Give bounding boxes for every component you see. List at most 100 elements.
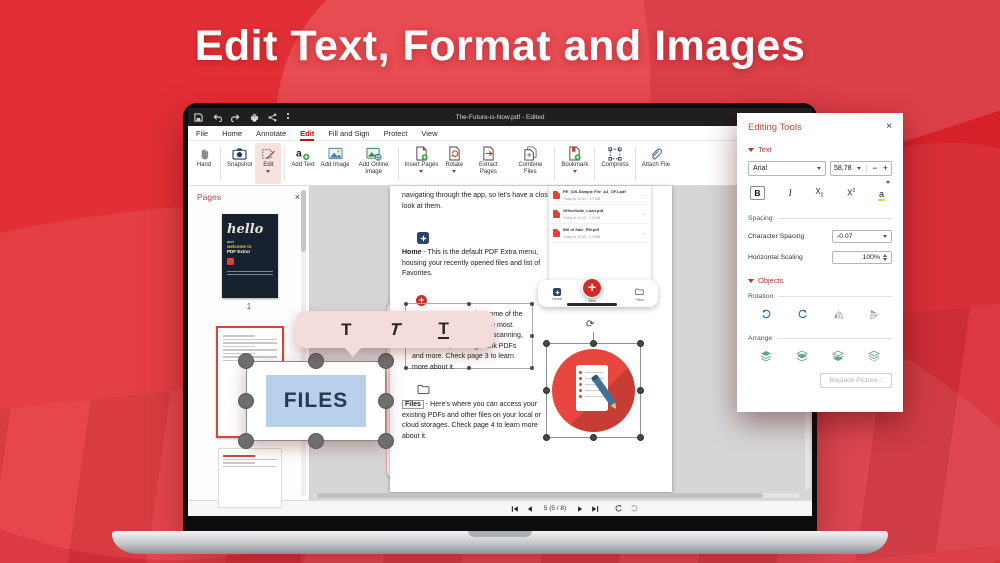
more-icon: ... bbox=[641, 230, 647, 236]
more-options-icon[interactable] bbox=[286, 112, 290, 122]
doc-home-paragraph: Home - This is the default PDF Extra men… bbox=[402, 248, 558, 280]
section-objects[interactable]: Objects bbox=[748, 276, 892, 285]
resize-handle[interactable] bbox=[637, 387, 644, 394]
resize-handle[interactable] bbox=[543, 387, 550, 394]
italic-button[interactable]: I bbox=[789, 188, 792, 198]
section-text[interactable]: Text bbox=[748, 145, 892, 154]
rotate-right-button[interactable] bbox=[630, 504, 639, 513]
resize-handle[interactable] bbox=[530, 366, 534, 370]
rotate-handle-icon[interactable]: ⟳ bbox=[586, 319, 594, 330]
resize-handle bbox=[238, 353, 254, 369]
snapshot-button[interactable]: Snapshot bbox=[224, 143, 255, 184]
close-icon[interactable]: × bbox=[295, 193, 300, 202]
insert-pages-button[interactable]: Insert Pages bbox=[402, 143, 442, 184]
flip-horizontal-icon[interactable] bbox=[833, 307, 844, 325]
horizontal-scrollbar[interactable] bbox=[314, 493, 800, 498]
selected-image[interactable] bbox=[546, 343, 641, 438]
resize-handle bbox=[378, 393, 394, 409]
phone-new-fab: + bbox=[582, 278, 602, 298]
send-backward-icon[interactable] bbox=[832, 349, 844, 367]
combine-files-button[interactable]: Combine Files bbox=[509, 143, 551, 184]
extract-pages-icon bbox=[482, 145, 495, 162]
folder-icon bbox=[635, 288, 644, 297]
rotate-clockwise-icon[interactable] bbox=[761, 307, 772, 325]
share-icon[interactable] bbox=[268, 113, 277, 122]
selected-files-image: FILES bbox=[246, 361, 386, 441]
replace-picture-button[interactable]: Replace Picture... bbox=[820, 373, 892, 388]
resize-handle[interactable] bbox=[467, 366, 471, 370]
undo-icon[interactable] bbox=[212, 113, 222, 122]
previous-page-button[interactable] bbox=[526, 505, 533, 513]
increase-size-button[interactable]: + bbox=[883, 164, 888, 173]
resize-handle[interactable] bbox=[590, 340, 597, 347]
highlight-color-button[interactable]: a bbox=[879, 184, 890, 202]
rotate-left-button[interactable] bbox=[614, 504, 623, 513]
laptop-screen: The-Future-is-Now.pdf - Edited File Home… bbox=[183, 103, 817, 532]
superscript-button[interactable]: X2 bbox=[847, 188, 855, 198]
redo-icon[interactable] bbox=[231, 113, 241, 122]
bring-to-front-icon[interactable] bbox=[760, 349, 772, 367]
more-icon: ... bbox=[641, 192, 647, 198]
add-text-button[interactable]: a Add Text bbox=[288, 143, 317, 184]
resize-handle[interactable] bbox=[637, 434, 644, 441]
resize-handle[interactable] bbox=[543, 434, 550, 441]
rotate-counterclockwise-icon[interactable] bbox=[797, 307, 808, 325]
page-indicator[interactable]: 5 (5 / 8) bbox=[544, 505, 566, 512]
add-online-image-button[interactable]: Add Online Image bbox=[353, 143, 395, 184]
print-icon[interactable] bbox=[250, 113, 259, 122]
menu-view[interactable]: View bbox=[421, 129, 437, 138]
bold-button[interactable]: B bbox=[750, 186, 765, 200]
horizontal-scaling-stepper[interactable]: 100% bbox=[832, 251, 892, 264]
last-page-button[interactable] bbox=[591, 505, 599, 513]
resize-handle[interactable] bbox=[590, 434, 597, 441]
menu-file[interactable]: File bbox=[196, 129, 208, 138]
font-family-select[interactable]: Arial bbox=[748, 161, 826, 176]
rotate-pages-button[interactable]: Rotate bbox=[441, 143, 467, 184]
menu-protect[interactable]: Protect bbox=[384, 129, 408, 138]
phone-file-row: PE_iOS-Sample File_A4_OF1.pdfToday at 10… bbox=[549, 186, 651, 205]
compress-button[interactable]: Compress bbox=[598, 143, 631, 184]
pdf-file-icon bbox=[553, 210, 560, 218]
resize-handle[interactable] bbox=[467, 302, 471, 306]
save-icon[interactable] bbox=[194, 113, 203, 122]
menu-home[interactable]: Home bbox=[222, 129, 242, 138]
resize-handle bbox=[308, 353, 324, 369]
resize-handle[interactable] bbox=[404, 302, 408, 306]
decrease-size-button[interactable]: − bbox=[872, 164, 877, 173]
edit-tool-button[interactable]: Edit bbox=[255, 143, 281, 184]
page-thumbnail-1[interactable]: hello and welcome to PDF Extra! bbox=[222, 214, 278, 298]
text-style-tooltip: T T T bbox=[296, 311, 494, 348]
flip-vertical-icon[interactable] bbox=[869, 307, 880, 325]
resize-handle[interactable] bbox=[530, 302, 534, 306]
resize-handle[interactable] bbox=[530, 334, 534, 338]
menu-edit[interactable]: Edit bbox=[300, 129, 314, 138]
bookmark-button[interactable]: Bookmark bbox=[558, 143, 591, 184]
image-icon bbox=[328, 145, 343, 162]
subscript-button[interactable]: X2 bbox=[815, 187, 823, 199]
resize-handle[interactable] bbox=[543, 340, 550, 347]
phone-nav-home: Home bbox=[552, 288, 562, 301]
resize-handle bbox=[238, 393, 254, 409]
hand-tool-button[interactable]: Hand bbox=[191, 143, 217, 184]
character-spacing-select[interactable]: -0.07 bbox=[832, 230, 892, 243]
font-size-control[interactable]: 58,78 − + bbox=[830, 161, 892, 176]
spinner-arrows[interactable] bbox=[883, 254, 887, 261]
extract-pages-button[interactable]: Extract Pages bbox=[467, 143, 509, 184]
resize-handle[interactable] bbox=[637, 340, 644, 347]
doc-intro-text: navigating through the app, so let's hav… bbox=[402, 191, 554, 212]
menu-annotate[interactable]: Annotate bbox=[256, 129, 286, 138]
collapse-icon bbox=[748, 279, 754, 283]
main-content: Pages × hello and welcome to PDF Extra! … bbox=[188, 186, 812, 500]
first-page-button[interactable] bbox=[511, 505, 519, 513]
page-thumbnail-3[interactable] bbox=[218, 448, 282, 508]
send-to-back-icon[interactable] bbox=[868, 349, 880, 367]
files-selection-overlay: FILES bbox=[237, 352, 395, 450]
add-image-button[interactable]: Add Image bbox=[318, 143, 353, 184]
next-page-button[interactable] bbox=[577, 505, 584, 513]
attach-file-button[interactable]: Attach File bbox=[639, 143, 673, 184]
close-icon[interactable]: × bbox=[886, 122, 892, 132]
resize-handle[interactable] bbox=[404, 366, 408, 370]
bring-forward-icon[interactable] bbox=[796, 349, 808, 367]
menu-fill-and-sign[interactable]: Fill and Sign bbox=[328, 129, 369, 138]
home-menu-icon bbox=[417, 232, 429, 244]
